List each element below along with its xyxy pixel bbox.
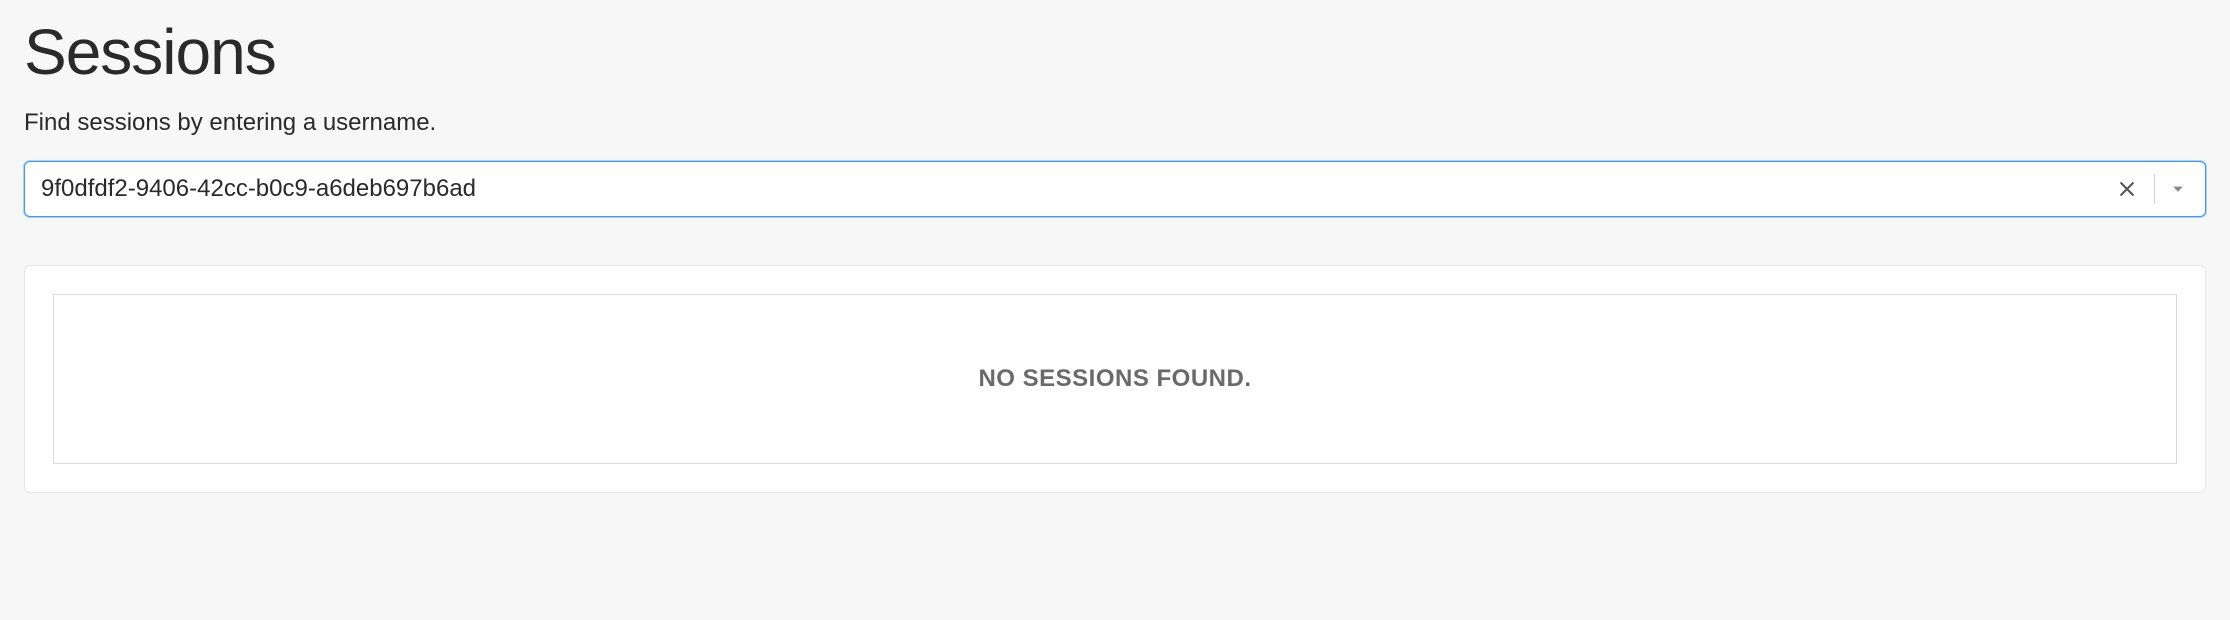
username-search-input[interactable] <box>41 162 2108 216</box>
search-input-wrapper <box>24 161 2206 217</box>
chevron-down-icon[interactable] <box>2163 170 2193 208</box>
search-controls <box>2108 170 2205 208</box>
empty-results-message: No sessions found. <box>978 365 1251 393</box>
results-card: No sessions found. <box>24 265 2206 493</box>
page-subtitle: Find sessions by entering a username. <box>0 99 2230 161</box>
divider <box>2154 174 2155 204</box>
clear-icon[interactable] <box>2108 170 2146 208</box>
search-container <box>24 161 2206 217</box>
page-title: Sessions <box>0 0 2230 99</box>
results-inner: No sessions found. <box>53 294 2177 464</box>
